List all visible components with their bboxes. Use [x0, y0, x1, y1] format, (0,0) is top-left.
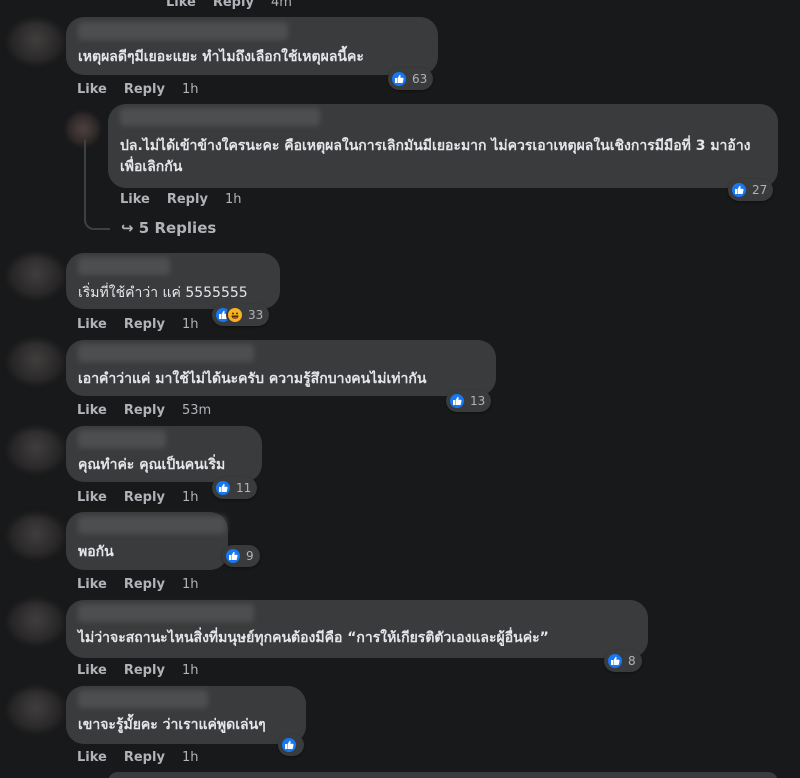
reaction-summary[interactable]: 11: [212, 477, 258, 499]
like-button[interactable]: Like: [77, 82, 107, 97]
reply-button[interactable]: Reply: [124, 403, 165, 418]
comment-actions: Like Reply 1h: [120, 192, 241, 207]
like-reaction-icon: [730, 181, 748, 199]
like-button[interactable]: Like: [77, 750, 107, 765]
reaction-count: 8: [628, 654, 636, 668]
avatar[interactable]: [8, 20, 64, 64]
reaction-count: 63: [412, 72, 428, 86]
reaction-count: 13: [470, 394, 486, 408]
comment-timestamp[interactable]: 1h: [182, 317, 199, 332]
reply-button[interactable]: Reply: [124, 82, 165, 97]
comment-actions: Like Reply 1h: [77, 82, 198, 97]
comment-actions-top: Like Reply 4m: [166, 0, 292, 10]
reaction-summary[interactable]: 8: [604, 650, 642, 672]
reaction-summary[interactable]: 27: [728, 179, 774, 201]
comment-timestamp[interactable]: 1h: [182, 577, 199, 592]
avatar[interactable]: [8, 254, 64, 298]
avatar[interactable]: [8, 340, 64, 384]
avatar[interactable]: [8, 428, 64, 472]
like-button[interactable]: Like: [77, 317, 107, 332]
reaction-summary[interactable]: 13: [446, 390, 492, 412]
reaction-summary[interactable]: 33: [212, 304, 270, 326]
like-button[interactable]: Like: [166, 0, 196, 10]
author-name[interactable]: [78, 430, 166, 448]
like-button[interactable]: Like: [77, 577, 107, 592]
author-name[interactable]: [78, 690, 208, 708]
comment-actions: Like Reply 1h: [77, 317, 198, 332]
reaction-count: 11: [236, 481, 252, 495]
author-name[interactable]: [78, 22, 288, 40]
reply-button[interactable]: Reply: [167, 192, 208, 207]
avatar[interactable]: [8, 688, 64, 732]
reaction-count: 33: [248, 308, 264, 322]
comment-actions: Like Reply 1h: [77, 750, 198, 765]
reaction-summary[interactable]: 9: [222, 545, 260, 567]
comment-actions: Like Reply 1h: [77, 490, 198, 505]
reaction-summary[interactable]: [278, 734, 304, 756]
reply-button[interactable]: Reply: [124, 490, 165, 505]
comment-timestamp[interactable]: 1h: [182, 490, 199, 505]
author-name[interactable]: [120, 108, 320, 126]
comment-timestamp[interactable]: 1h: [225, 192, 242, 207]
comment-text: คุณทำค่ะ คุณเป็นคนเริ่ม: [78, 457, 226, 473]
reply-button[interactable]: Reply: [124, 663, 165, 678]
like-reaction-icon: [214, 479, 232, 497]
author-name[interactable]: [78, 516, 226, 534]
comment-actions: Like Reply 53m: [77, 403, 211, 418]
comment-timestamp[interactable]: 1h: [182, 750, 199, 765]
like-reaction-icon: [224, 547, 242, 565]
reply-button[interactable]: Reply: [124, 577, 165, 592]
comment-actions: Like Reply 1h: [77, 663, 198, 678]
view-replies-link[interactable]: ↪ 5 Replies: [121, 219, 216, 237]
comment-timestamp[interactable]: 53m: [182, 403, 211, 418]
author-name[interactable]: [78, 344, 254, 362]
like-button[interactable]: Like: [120, 192, 150, 207]
comment-timestamp[interactable]: 4m: [271, 0, 292, 10]
comments-panel: Like Reply 4m เหตุผลดีๆมีเยอะแยะ ทำไมถึง…: [0, 0, 800, 778]
comment-text: พอกัน: [78, 544, 114, 560]
like-button[interactable]: Like: [77, 490, 107, 505]
comment-actions: Like Reply 1h: [77, 577, 198, 592]
reply-button[interactable]: Reply: [124, 750, 165, 765]
reply-button[interactable]: Reply: [124, 317, 165, 332]
like-reaction-icon: [280, 736, 298, 754]
comment-text: เริ่มที่ใช้คำว่า แค่ 5555555: [78, 285, 248, 301]
like-reaction-icon: [448, 392, 466, 410]
author-name[interactable]: [78, 257, 170, 275]
reply-button[interactable]: Reply: [213, 0, 254, 10]
like-button[interactable]: Like: [77, 403, 107, 418]
comment-bubble: [108, 772, 778, 778]
thread-line: [84, 140, 110, 230]
avatar[interactable]: [8, 600, 64, 644]
comment-text: เอาคำว่าแค่ มาใช้ไม่ได้นะครับ ความรู้สึก…: [78, 371, 427, 387]
reaction-count: 27: [752, 183, 768, 197]
comment-timestamp[interactable]: 1h: [182, 663, 199, 678]
author-name[interactable]: [78, 604, 254, 622]
like-button[interactable]: Like: [77, 663, 107, 678]
comment-text: ปล.ไม่ได้เข้าข้างใครนะคะ คือเหตุผลในการเ…: [120, 138, 751, 175]
avatar[interactable]: [8, 514, 64, 558]
like-reaction-icon: [390, 70, 408, 88]
reaction-summary[interactable]: 63: [388, 68, 434, 90]
reaction-count: 9: [246, 549, 254, 563]
comment-timestamp[interactable]: 1h: [182, 82, 199, 97]
like-reaction-icon: [606, 652, 624, 670]
haha-reaction-icon: [226, 306, 244, 324]
comment-text: ไม่ว่าจะสถานะไหนสิ่งที่มนุษย์ทุกคนต้องมี…: [78, 630, 549, 646]
comment-text: เขาจะรู้มั้ยคะ ว่าเราแค่พูดเล่นๆ: [78, 717, 266, 733]
comment-text: เหตุผลดีๆมีเยอะแยะ ทำไมถึงเลือกใช้เหตุผล…: [78, 49, 364, 65]
